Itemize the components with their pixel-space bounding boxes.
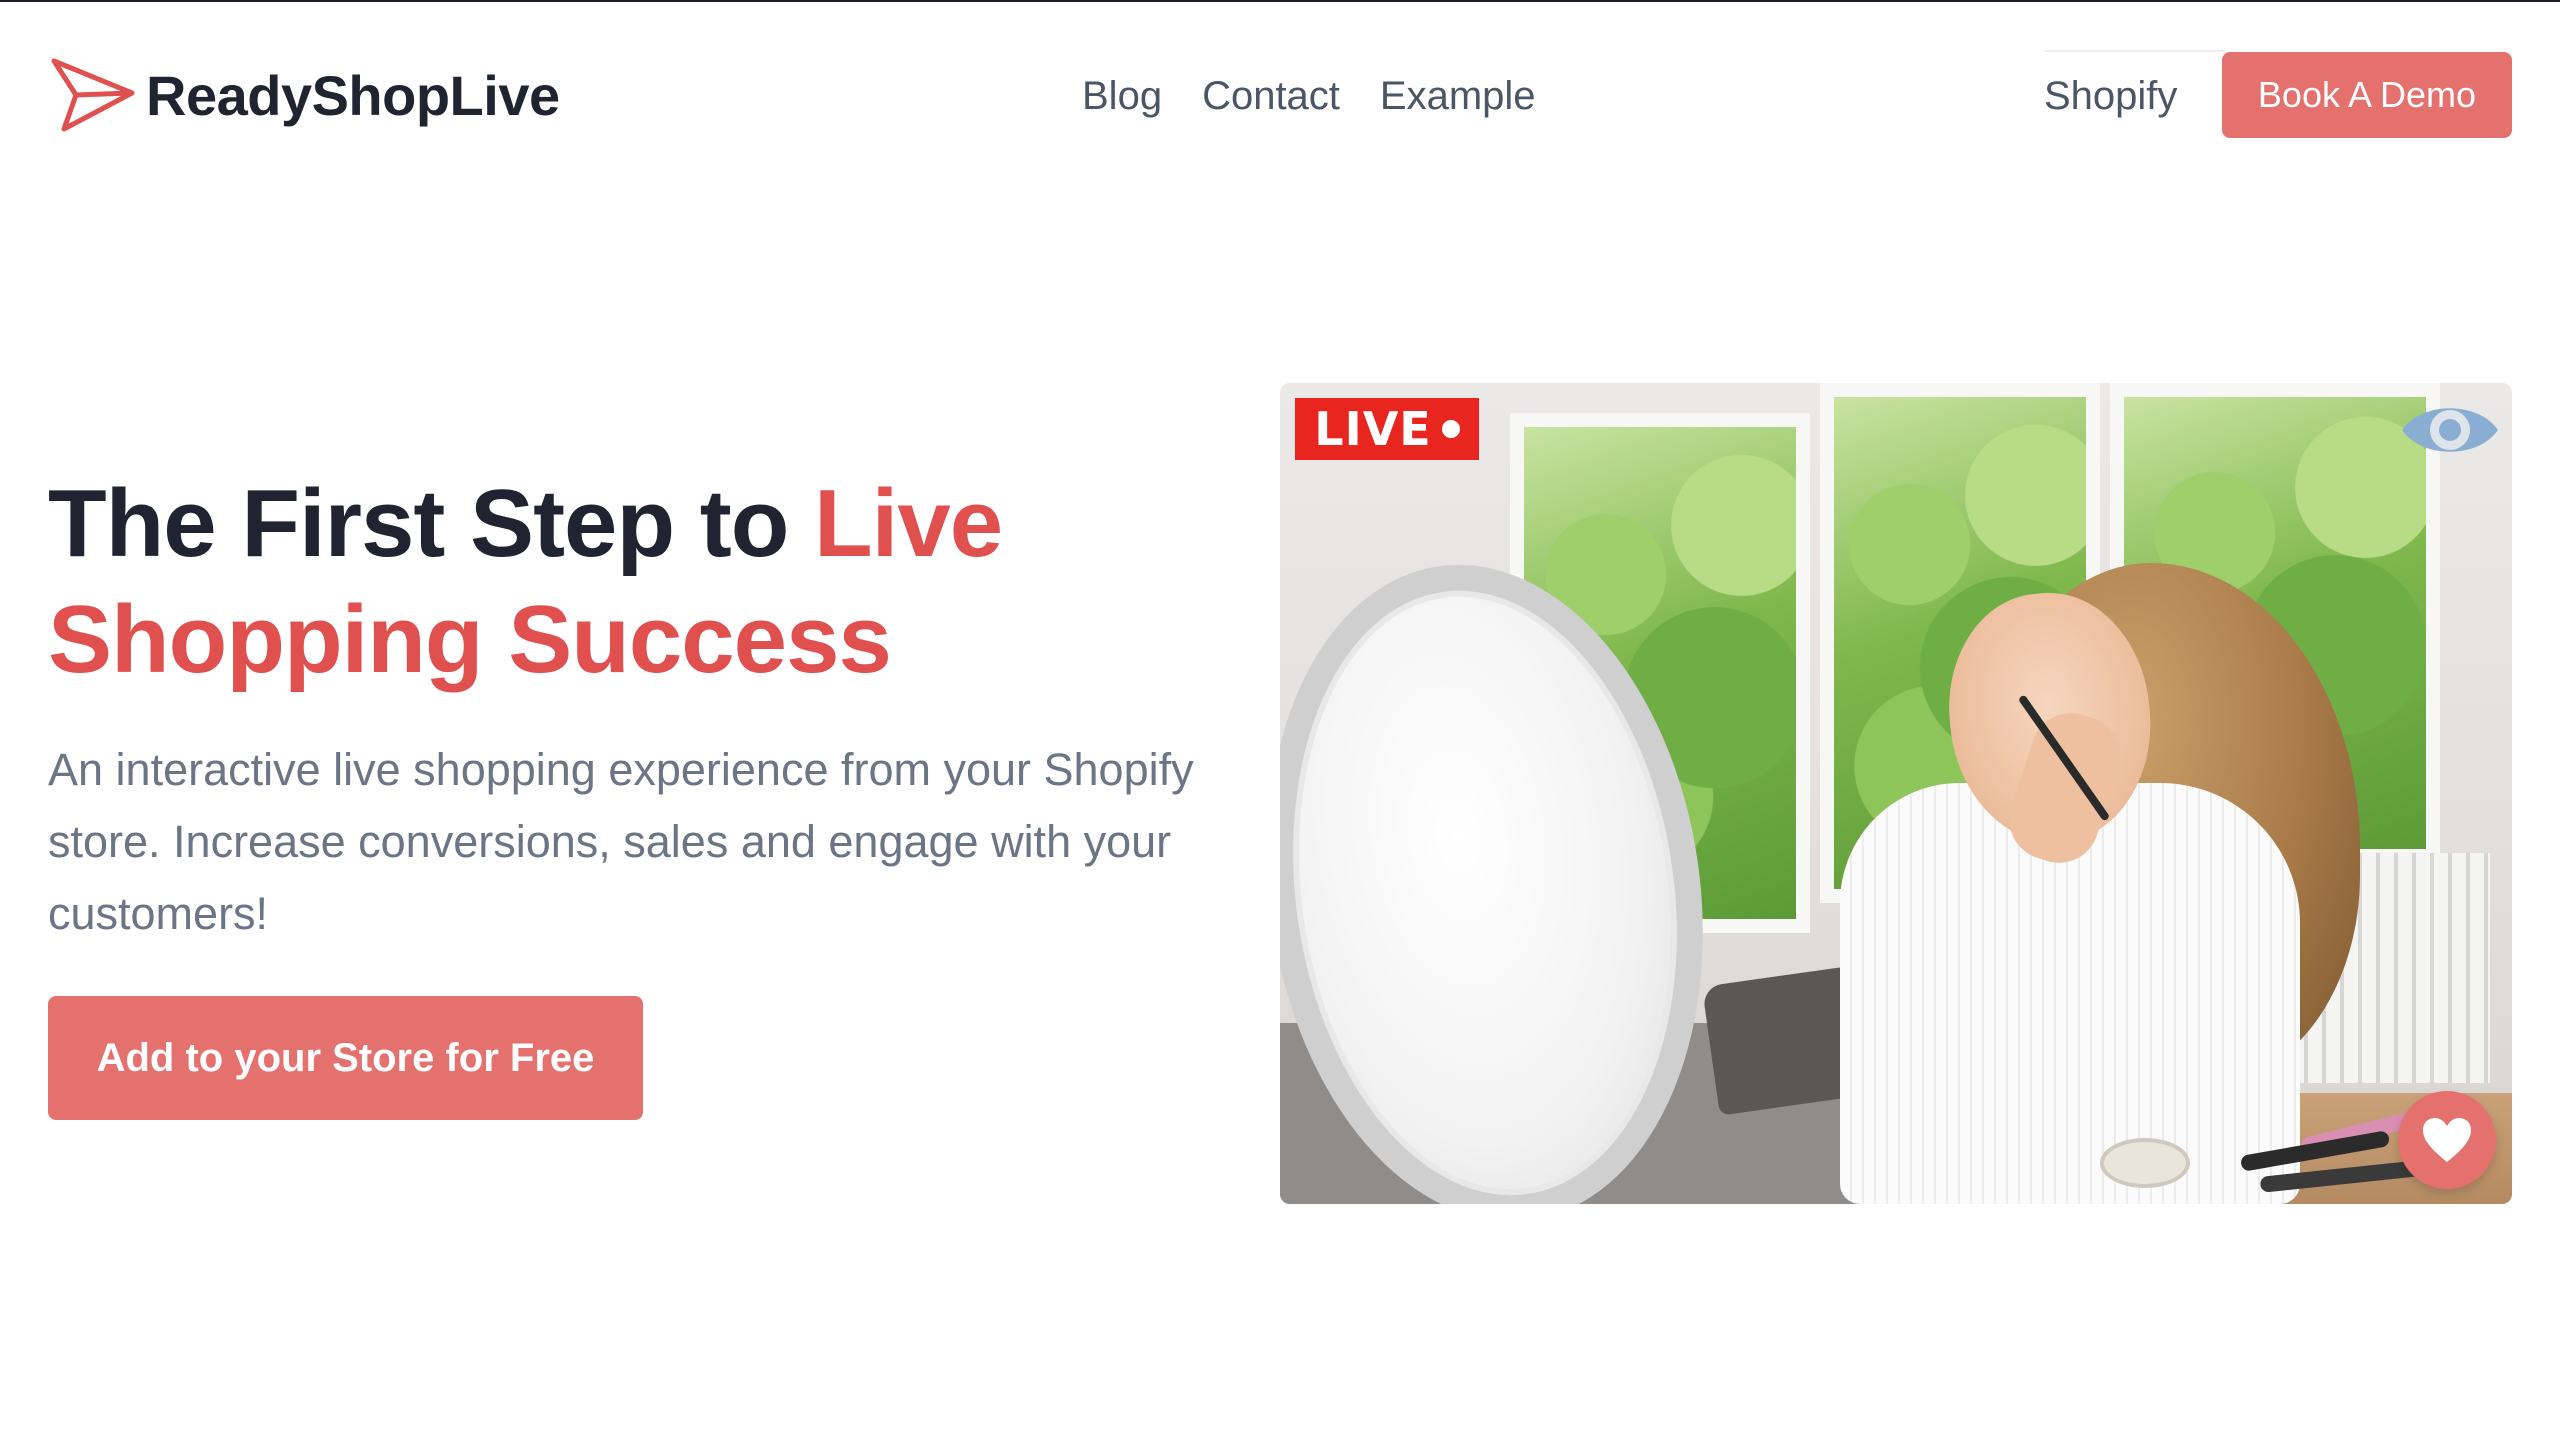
main-nav: Blog Contact Example [1082,68,1536,124]
live-dot [1441,420,1460,438]
hero-title-dark: The First Step to [48,470,815,577]
heart-icon [2423,1118,2471,1162]
brand-name: ReadyShopLive [146,63,560,127]
add-to-store-button[interactable]: Add to your Store for Free [48,996,643,1120]
divider [2044,50,2224,52]
like-button[interactable] [2398,1091,2496,1189]
site-header: ReadyShopLive Blog Contact Example Shopi… [0,0,2560,195]
eye-icon [2402,408,2498,452]
book-demo-button[interactable]: Book A Demo [2222,52,2512,138]
live-label: LIVE [1314,402,1432,456]
live-badge: LIVE [1295,398,1479,460]
paper-plane-play-icon [51,58,135,132]
nav-link-blog[interactable]: Blog [1082,74,1162,119]
hero-title: The First Step to Live Shopping Success [48,466,1248,698]
hero-live-video-image[interactable]: LIVE [1280,383,2512,1204]
hero-subtitle: An interactive live shopping experience … [48,744,1194,939]
nav-link-example[interactable]: Example [1380,74,1536,119]
nav-link-contact[interactable]: Contact [1202,74,1340,119]
brand-home-link[interactable]: ReadyShopLive [48,55,560,135]
shopify-link[interactable]: Shopify [2044,68,2177,124]
makeup-compact [2100,1138,2190,1188]
